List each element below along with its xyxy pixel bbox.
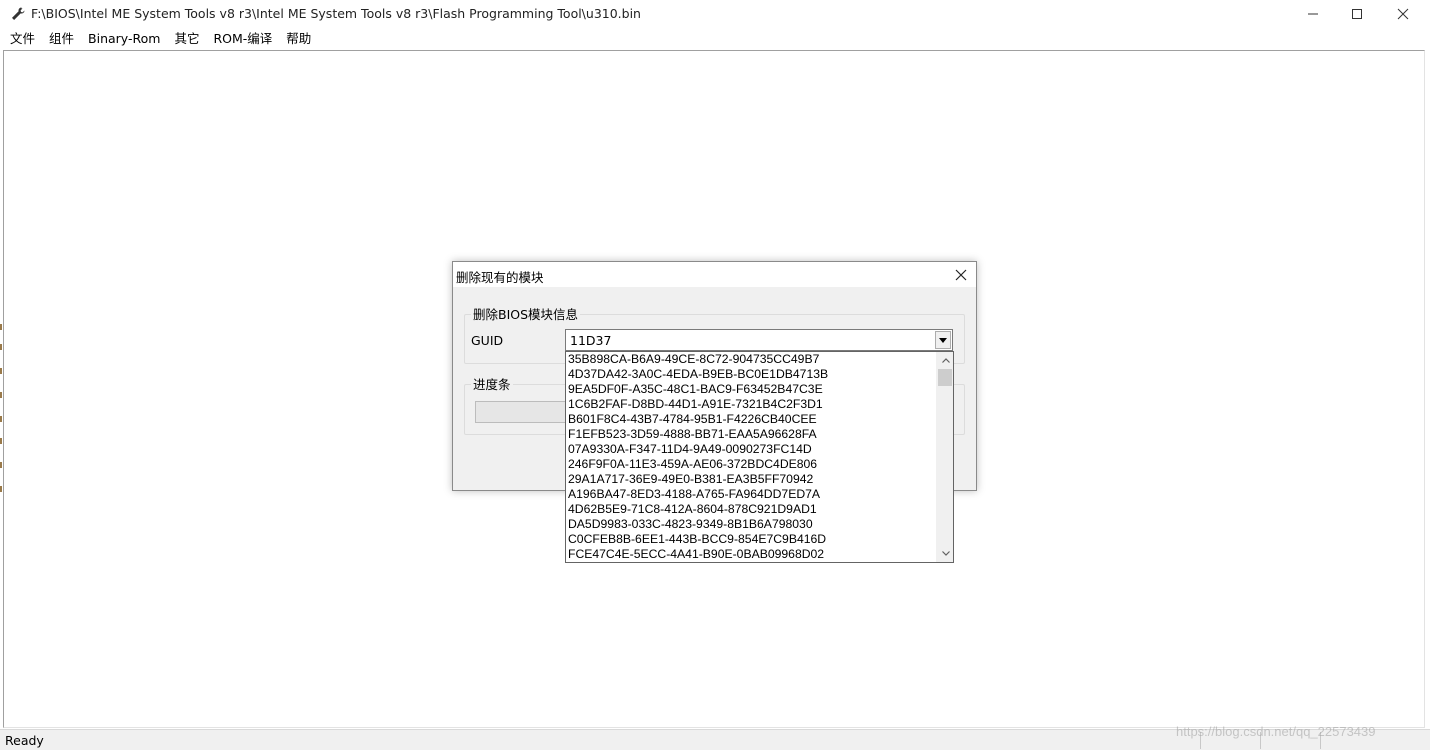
list-item[interactable]: 246F9F0A-11E3-459A-AE06-372BDC4DE806 <box>566 457 937 472</box>
minimize-button[interactable] <box>1290 0 1336 28</box>
menu-help[interactable]: 帮助 <box>279 28 318 49</box>
list-item[interactable]: A196BA47-8ED3-4188-A765-FA964DD7ED7A <box>566 487 937 502</box>
list-item[interactable]: FCE47C4E-5ECC-4A41-B90E-0BAB09968D02 <box>566 547 937 562</box>
close-icon <box>955 269 967 281</box>
guid-combobox[interactable]: 11D37 <box>565 329 953 351</box>
edge-fragments <box>0 320 3 500</box>
list-item[interactable]: 07A9330A-F347-11D4-9A49-0090273FC14D <box>566 442 937 457</box>
dropdown-scrollbar[interactable] <box>936 352 953 562</box>
list-item[interactable]: 4D37DA42-3A0C-4EDA-B9EB-BC0E1DB4713B <box>566 367 937 382</box>
menu-bar: 文件 组件 Binary-Rom 其它 ROM-编译 帮助 <box>0 28 1430 49</box>
title-bar: F:\BIOS\Intel ME System Tools v8 r3\Inte… <box>0 0 1430 28</box>
menu-other[interactable]: 其它 <box>167 28 206 49</box>
scroll-thumb[interactable] <box>938 369 952 386</box>
dialog-close-button[interactable] <box>950 264 972 286</box>
scroll-down-button[interactable] <box>937 545 953 562</box>
scroll-up-button[interactable] <box>937 352 953 369</box>
dialog-title: 删除现有的模块 <box>456 270 544 285</box>
close-icon <box>1397 8 1409 20</box>
progress-group-label: 进度条 <box>471 377 513 392</box>
close-button[interactable] <box>1380 0 1426 28</box>
window-title: F:\BIOS\Intel ME System Tools v8 r3\Inte… <box>31 6 641 21</box>
watermark: https://blog.csdn.net/qq_22573439 <box>1176 724 1376 739</box>
chevron-down-icon <box>939 337 947 343</box>
wrench-icon <box>12 7 25 20</box>
maximize-icon <box>1352 9 1362 19</box>
list-item[interactable]: 35B898CA-B6A9-49CE-8C72-904735CC49B7 <box>566 352 937 367</box>
guid-dropdown-list[interactable]: 35B898CA-B6A9-49CE-8C72-904735CC49B7 4D3… <box>565 351 954 563</box>
list-item[interactable]: 1C6B2FAF-D8BD-44D1-A91E-7321B4C2F3D1 <box>566 397 937 412</box>
guid-label: GUID <box>471 333 504 348</box>
guid-combobox-button[interactable] <box>935 331 951 349</box>
guid-combobox-value: 11D37 <box>570 333 612 348</box>
bios-module-group-label: 删除BIOS模块信息 <box>471 307 581 322</box>
status-text: Ready <box>5 733 44 748</box>
menu-binary-rom[interactable]: Binary-Rom <box>81 28 167 49</box>
maximize-button[interactable] <box>1334 0 1380 28</box>
chevron-down-icon <box>941 551 950 556</box>
list-item[interactable]: F1EFB523-3D59-4888-BB71-EAA5A96628FA <box>566 427 937 442</box>
menu-file[interactable]: 文件 <box>3 28 42 49</box>
menu-rom-compile[interactable]: ROM-编译 <box>206 28 279 49</box>
list-item[interactable]: 9EA5DF0F-A35C-48C1-BAC9-F63452B47C3E <box>566 382 937 397</box>
list-item[interactable]: DA5D9983-033C-4823-9349-8B1B6A798030 <box>566 517 937 532</box>
menu-components[interactable]: 组件 <box>42 28 81 49</box>
minimize-icon <box>1308 13 1318 15</box>
chevron-up-icon <box>941 358 950 363</box>
list-item[interactable]: 29A1A717-36E9-49E0-B381-EA3B5FF70942 <box>566 472 937 487</box>
list-item[interactable]: 4D62B5E9-71C8-412A-8604-878C921D9AD1 <box>566 502 937 517</box>
list-item[interactable]: B601F8C4-43B7-4784-95B1-F4226CB40CEE <box>566 412 937 427</box>
guid-list: 35B898CA-B6A9-49CE-8C72-904735CC49B7 4D3… <box>566 352 937 562</box>
list-item[interactable]: C0CFEB8B-6EE1-443B-BCC9-854E7C9B416D <box>566 532 937 547</box>
dialog-title-bar: 删除现有的模块 <box>453 262 976 287</box>
